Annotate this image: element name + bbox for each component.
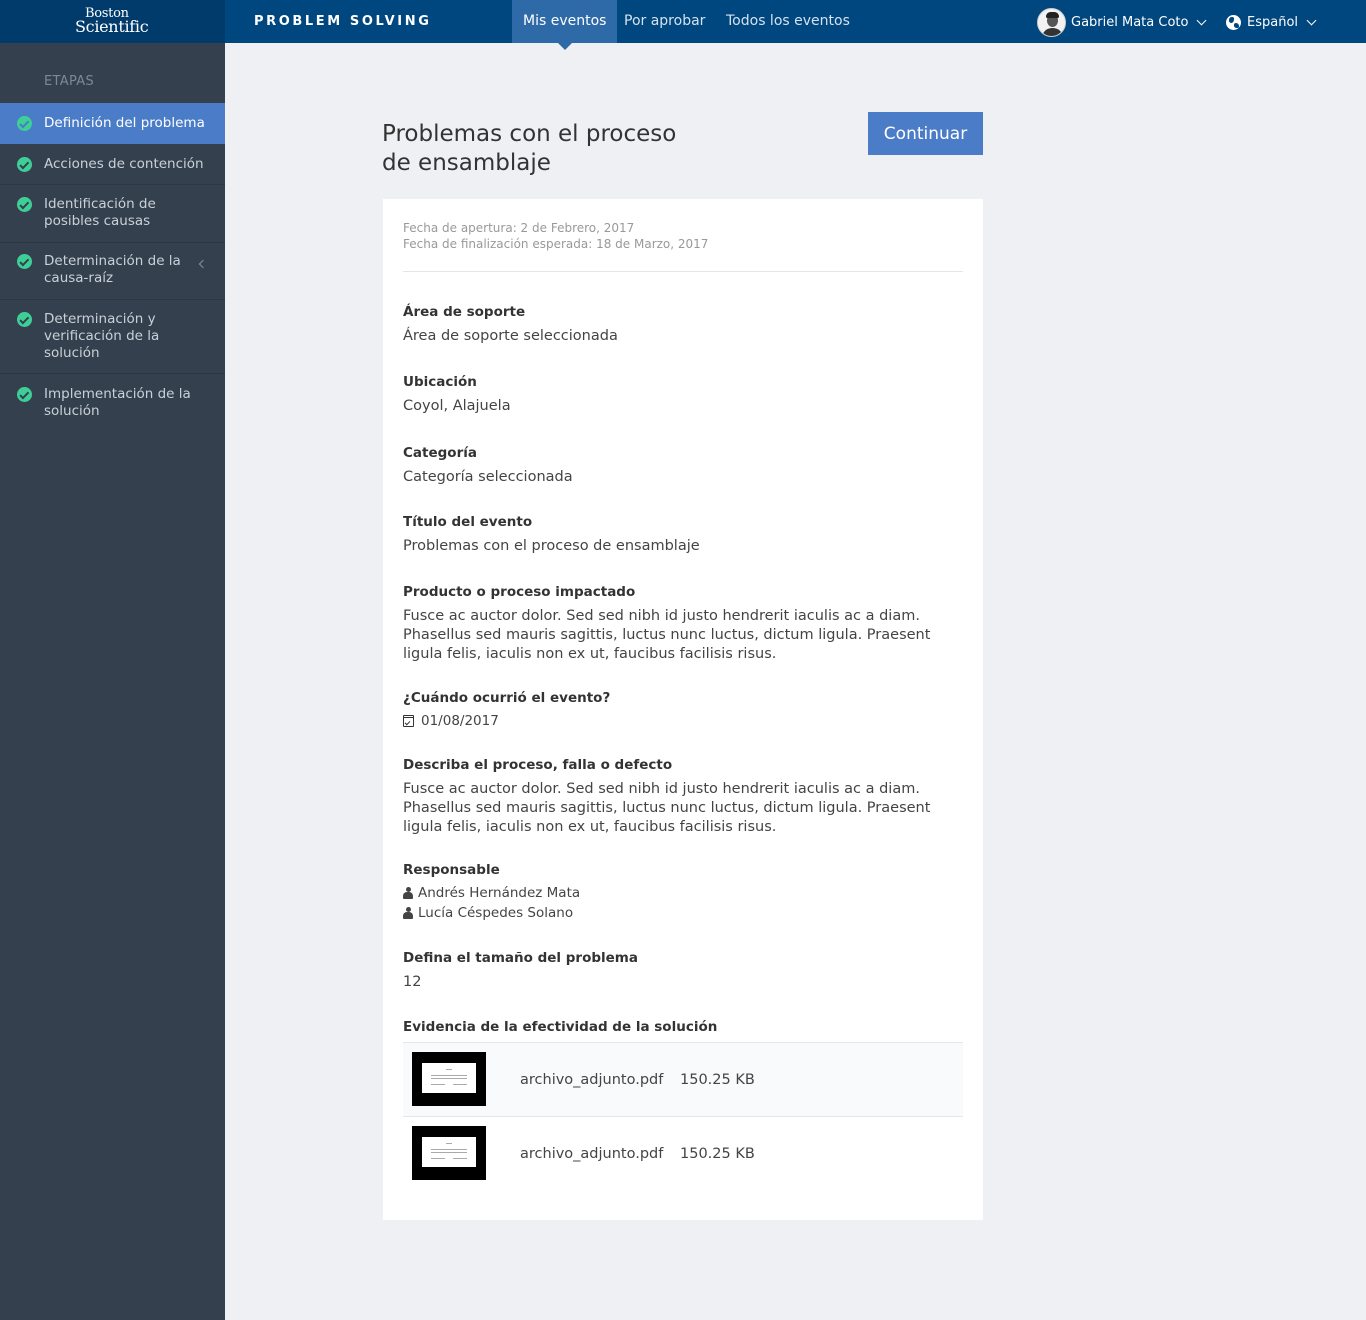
app-title: PROBLEM SOLVING	[254, 14, 432, 29]
calendar-check-icon	[403, 715, 414, 727]
page-title: Problemas con el proceso de ensamblaje	[382, 121, 677, 176]
sidebar-item-identificacion[interactable]: Identificación de posibles causas	[0, 185, 225, 243]
globe-icon	[1226, 14, 1241, 30]
check-circle-icon	[17, 197, 32, 212]
check-circle-icon	[17, 116, 32, 131]
check-circle-icon	[17, 312, 32, 327]
avatar	[1037, 7, 1066, 37]
check-circle-icon	[17, 157, 32, 172]
continue-button[interactable]: Continuar	[868, 112, 983, 155]
event-date: 01/08/2017	[421, 713, 499, 729]
sidebar-item-implementacion[interactable]: Implementación de la solución	[0, 374, 225, 431]
stages-sidebar: ETAPAS Definición del problema Acciones …	[0, 43, 225, 1320]
product-label: Producto o proceso impactado	[403, 584, 636, 600]
sidebar-item-acciones[interactable]: Acciones de contención	[0, 144, 225, 185]
logo-area: Boston Scientific	[0, 0, 225, 43]
when-value: 01/08/2017	[403, 713, 499, 729]
file-size: 150.25 KB	[680, 1146, 755, 1162]
product-value: Fusce ac auctor dolor. Sed sed nibh id j…	[403, 608, 931, 662]
file-size: 150.25 KB	[680, 1072, 755, 1088]
evidence-title: Evidencia de la efectividad de la soluci…	[403, 1019, 718, 1035]
responsible-item: Lucía Céspedes Solano	[403, 905, 573, 921]
tab-todos-los-eventos[interactable]: Todos los eventos	[726, 0, 850, 43]
sidebar-item-causa-raiz[interactable]: Determinación de la causa-raíz	[0, 243, 225, 300]
language-selector[interactable]: Español	[1226, 7, 1317, 37]
event-dates: Fecha de apertura: 2 de Febrero, 2017 Fe…	[403, 220, 708, 252]
check-circle-icon	[17, 254, 32, 269]
sidebar-item-label: Identificación de posibles causas	[44, 196, 156, 229]
chevron-down-icon	[1197, 15, 1207, 25]
event-title-label: Título del evento	[403, 514, 533, 530]
language-label: Español	[1247, 14, 1299, 30]
file-thumbnail[interactable]	[412, 1126, 486, 1180]
file-name[interactable]: archivo_adjunto.pdf	[520, 1146, 663, 1162]
responsible-label: Responsable	[403, 862, 500, 878]
chevron-down-icon	[1306, 15, 1317, 25]
opening-date: Fecha de apertura: 2 de Febrero, 2017	[403, 221, 635, 235]
sidebar-item-label: Acciones de contención	[44, 156, 204, 172]
responsible-item: Andrés Hernández Mata	[403, 885, 580, 901]
file-name[interactable]: archivo_adjunto.pdf	[520, 1072, 663, 1088]
location-label: Ubicación	[403, 374, 477, 390]
event-title-value: Problemas con el proceso de ensamblaje	[403, 538, 700, 554]
chevron-left-icon[interactable]	[198, 259, 208, 269]
sidebar-item-label: Implementación de la solución	[44, 386, 191, 419]
category-value: Categoría seleccionada	[403, 469, 573, 485]
expected-end-date: Fecha de finalización esperada: 18 de Ma…	[403, 237, 709, 251]
divider	[403, 271, 963, 272]
when-label: ¿Cuándo ocurrió el evento?	[403, 690, 611, 706]
user-icon	[403, 887, 413, 899]
category-label: Categoría	[403, 445, 477, 461]
describe-value: Fusce ac auctor dolor. Sed sed nibh id j…	[403, 781, 931, 835]
user-icon	[403, 907, 413, 919]
user-menu[interactable]: Gabriel Mata Coto	[1037, 7, 1207, 37]
tab-por-aprobar[interactable]: Por aprobar	[624, 0, 705, 43]
sidebar-item-verificacion[interactable]: Determinación y verificación de la soluc…	[0, 300, 225, 374]
problem-definition-card: Fecha de apertura: 2 de Febrero, 2017 Fe…	[383, 199, 983, 1220]
top-navbar: Boston Scientific PROBLEM SOLVING Mis ev…	[0, 0, 1366, 50]
size-label: Defina el tamaño del problema	[403, 950, 638, 966]
sidebar-item-definicion[interactable]: Definición del problema	[0, 103, 225, 144]
user-name: Gabriel Mata Coto	[1071, 14, 1189, 30]
tab-mis-eventos[interactable]: Mis eventos	[512, 0, 618, 50]
sidebar-item-label: Determinación de la causa-raíz	[44, 253, 181, 286]
size-value: 12	[403, 974, 422, 990]
check-circle-icon	[17, 387, 32, 402]
location-value: Coyol, Alajuela	[403, 398, 511, 414]
responsible-name: Lucía Céspedes Solano	[418, 905, 574, 921]
support-area-label: Área de soporte	[403, 304, 526, 320]
sidebar-item-label: Definición del problema	[44, 115, 205, 131]
sidebar-item-label: Determinación y verificación de la soluc…	[44, 311, 160, 361]
file-thumbnail[interactable]	[412, 1052, 486, 1106]
stages-heading: ETAPAS	[44, 74, 94, 89]
support-area-value: Área de soporte seleccionada	[403, 328, 618, 344]
boston-scientific-logo[interactable]: Boston Scientific	[75, 7, 149, 35]
responsible-name: Andrés Hernández Mata	[418, 885, 581, 901]
file-row[interactable]: archivo_adjunto.pdf 150.25 KB	[403, 1116, 963, 1190]
file-row[interactable]: archivo_adjunto.pdf 150.25 KB	[403, 1042, 963, 1116]
describe-label: Describa el proceso, falla o defecto	[403, 757, 673, 773]
